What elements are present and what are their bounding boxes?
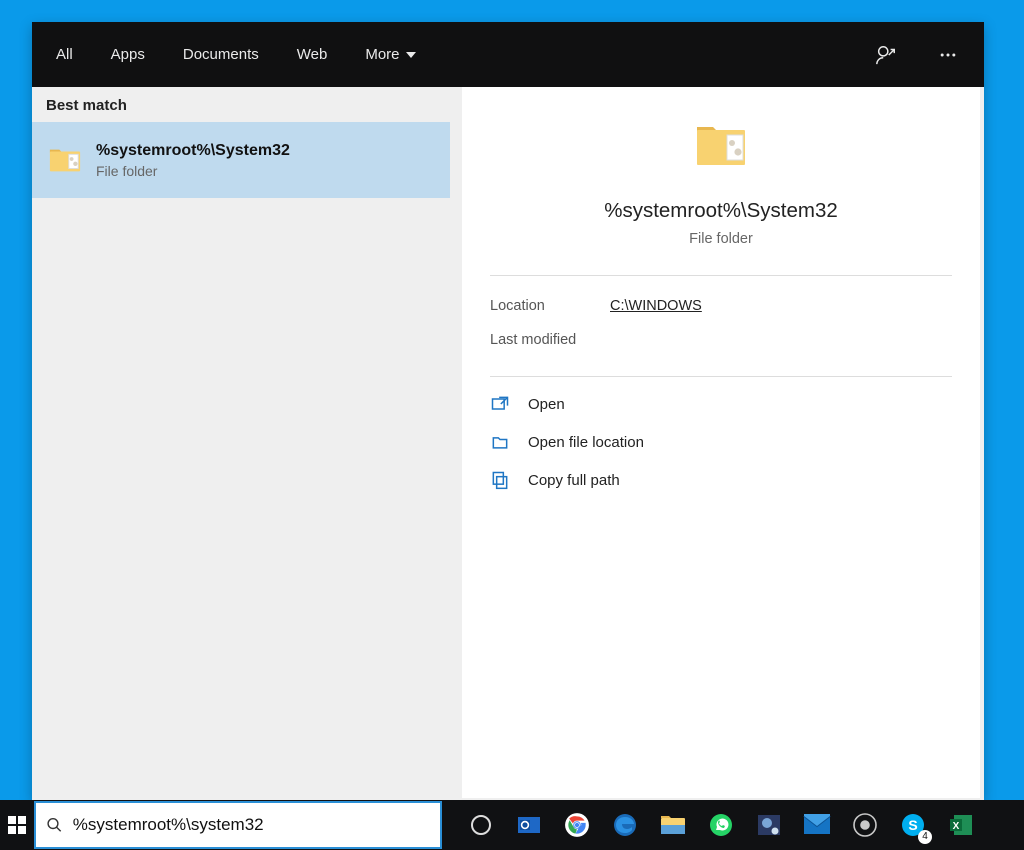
taskbar: S 4 X (0, 800, 1024, 850)
app-icon[interactable] (752, 808, 786, 842)
result-subtitle: File folder (96, 163, 290, 179)
tab-more-label: More (365, 46, 399, 63)
taskbar-search[interactable] (34, 801, 442, 849)
svg-text:S: S (908, 817, 917, 833)
action-open-location[interactable]: Open file location (478, 423, 964, 461)
preview-subtitle: File folder (462, 231, 980, 275)
location-link[interactable]: C:\WINDOWS (610, 298, 702, 314)
filter-tabbar: All Apps Documents Web More (32, 22, 984, 87)
action-copy-path[interactable]: Copy full path (478, 461, 964, 499)
skype-badge: 4 (918, 830, 932, 844)
best-match-heading: Best match (32, 87, 450, 122)
preview-title: %systemroot%\System32 (462, 199, 980, 223)
edge-icon[interactable] (608, 808, 642, 842)
action-open-location-label: Open file location (528, 434, 644, 451)
outlook-icon[interactable] (512, 808, 546, 842)
search-icon (46, 816, 63, 834)
chevron-down-icon (406, 52, 416, 58)
action-copy-path-label: Copy full path (528, 472, 620, 489)
groove-music-icon[interactable] (848, 808, 882, 842)
start-button[interactable] (0, 800, 34, 850)
tab-apps[interactable]: Apps (105, 40, 151, 69)
excel-icon[interactable]: X (944, 808, 978, 842)
mail-icon[interactable] (800, 808, 834, 842)
cortana-icon[interactable] (464, 808, 498, 842)
result-title: %systemroot%\System32 (96, 142, 290, 160)
result-item[interactable]: %systemroot%\System32 File folder (32, 122, 450, 198)
tab-documents[interactable]: Documents (177, 40, 265, 69)
file-explorer-icon[interactable] (656, 808, 690, 842)
preview-panel: %systemroot%\System32 File folder Locati… (462, 87, 980, 798)
lastmodified-key: Last modified (490, 332, 610, 348)
tab-more[interactable]: More (359, 40, 421, 69)
details: Location C:\WINDOWS Last modified (462, 276, 980, 376)
whatsapp-icon[interactable] (704, 808, 738, 842)
tab-web[interactable]: Web (291, 40, 334, 69)
tab-all[interactable]: All (50, 40, 79, 69)
search-panel: All Apps Documents Web More Best match (32, 22, 984, 800)
folder-icon (48, 143, 82, 177)
folder-icon (693, 121, 749, 177)
chrome-icon[interactable] (560, 808, 594, 842)
feedback-icon[interactable] (868, 37, 904, 73)
results-panel: Best match %systemroot%\System32 File fo… (32, 87, 450, 800)
location-key: Location (490, 298, 610, 314)
more-options-icon[interactable] (930, 37, 966, 73)
action-open[interactable]: Open (478, 385, 964, 423)
svg-text:X: X (953, 821, 960, 832)
skype-icon[interactable]: S 4 (896, 808, 930, 842)
search-input[interactable] (73, 815, 440, 835)
action-open-label: Open (528, 396, 565, 413)
